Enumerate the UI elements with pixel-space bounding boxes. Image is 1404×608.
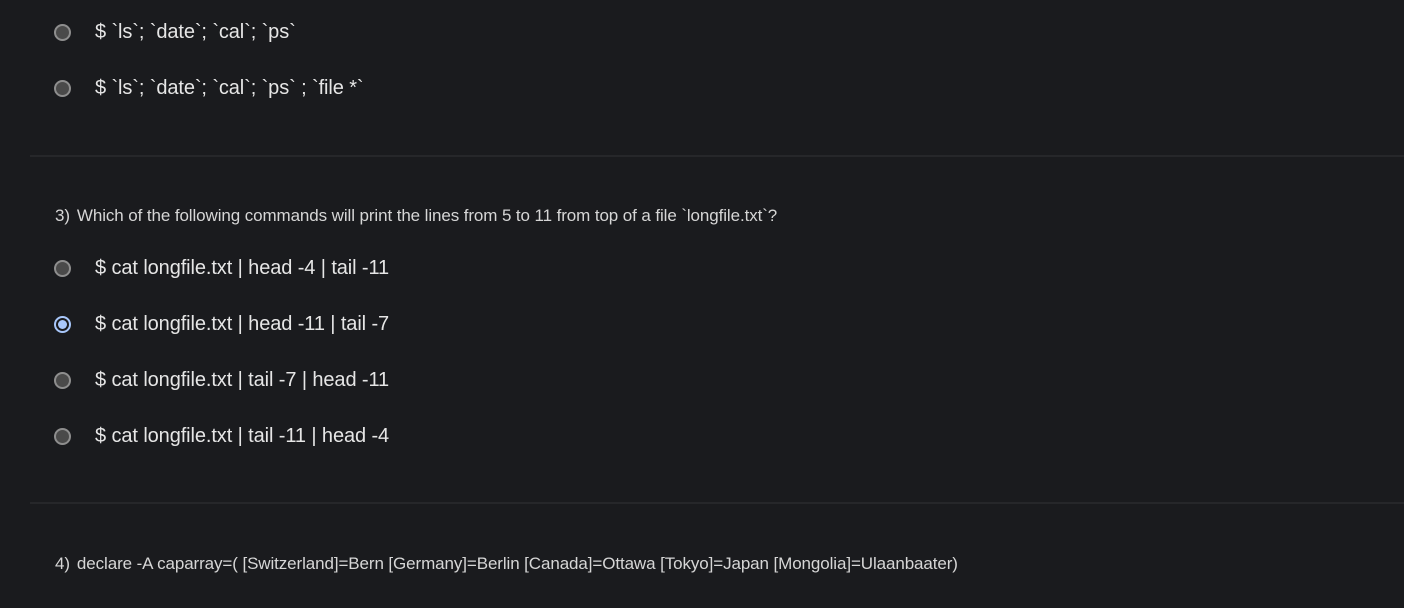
question-number: 4) — [55, 554, 70, 573]
section-divider — [30, 502, 1404, 504]
option-label: $ cat longfile.txt | head -11 | tail -7 — [95, 312, 390, 335]
option-label: $ cat longfile.txt | head -4 | tail -11 — [95, 256, 390, 279]
radio-button[interactable] — [54, 23, 71, 41]
q2-option-1[interactable]: $ `ls`; `date`; `cal`; `ps` — [54, 20, 296, 44]
q4-question: 4) declare -A caparray=( [Switzerland]=Be… — [55, 554, 958, 574]
radio-button[interactable] — [54, 259, 71, 277]
option-label: $ `ls`; `date`; `cal`; `ps` — [95, 20, 296, 43]
option-label: $ `ls`; `date`; `cal`; `ps` ; `file *` — [95, 76, 364, 99]
radio-button[interactable] — [54, 371, 71, 389]
section-divider — [30, 155, 1404, 157]
radio-button[interactable] — [54, 79, 71, 97]
question-text: Which of the following commands will pri… — [76, 206, 778, 225]
question-text: declare -A caparray=( [Switzerland]=Bern… — [76, 554, 958, 573]
q3-question: 3) Which of the following commands will p… — [55, 206, 777, 226]
option-label: $ cat longfile.txt | tail -7 | head -11 — [95, 368, 390, 391]
q3-option-1[interactable]: $ cat longfile.txt | head -4 | tail -11 — [54, 256, 389, 280]
q3-option-2[interactable]: $ cat longfile.txt | head -11 | tail -7 — [54, 312, 389, 336]
q3-option-4[interactable]: $ cat longfile.txt | tail -11 | head -4 — [54, 424, 389, 448]
radio-button[interactable] — [54, 427, 71, 445]
quiz-page: $ `ls`; `date`; `cal`; `ps` $ `ls`; `dat… — [0, 0, 1404, 608]
option-label: $ cat longfile.txt | tail -11 | head -4 — [95, 424, 390, 447]
q3-option-3[interactable]: $ cat longfile.txt | tail -7 | head -11 — [54, 368, 389, 392]
radio-button-selected[interactable] — [54, 315, 71, 333]
q2-option-2[interactable]: $ `ls`; `date`; `cal`; `ps` ; `file *` — [54, 76, 364, 100]
question-number: 3) — [55, 206, 70, 225]
